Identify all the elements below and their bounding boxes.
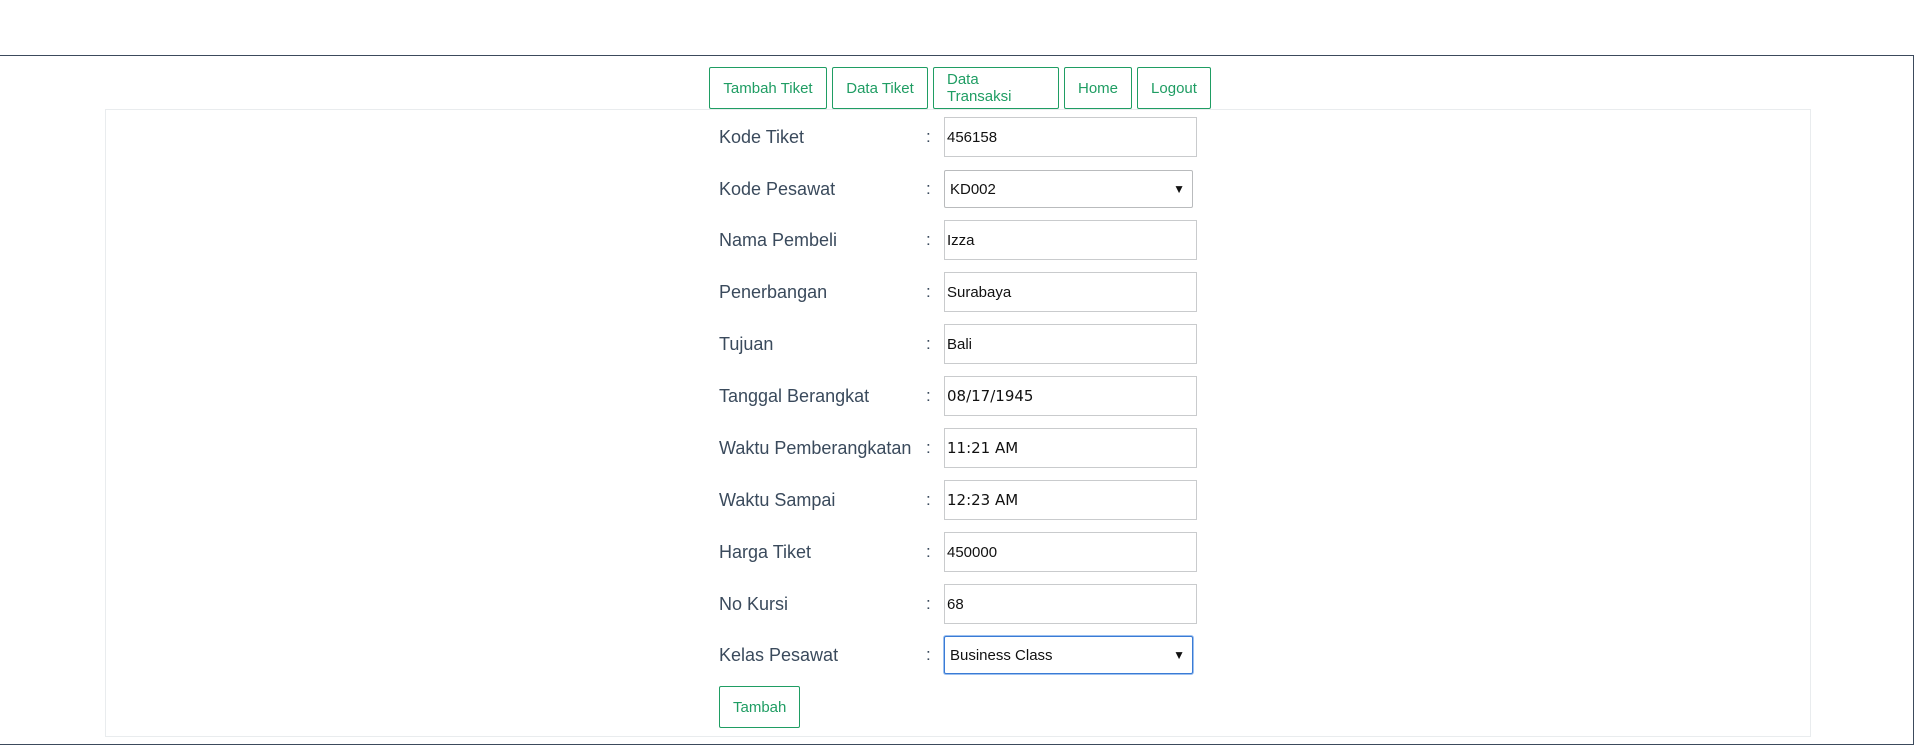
- no-kursi-input[interactable]: 68: [944, 584, 1197, 624]
- tambah-submit-button[interactable]: Tambah: [719, 686, 801, 728]
- select-value: Business Class: [950, 646, 1053, 664]
- nav-home-button[interactable]: Home: [1064, 67, 1132, 109]
- field-separator: :: [926, 594, 931, 613]
- field-separator: :: [926, 490, 931, 509]
- chevron-down-icon: ▼: [1173, 648, 1185, 662]
- kode-pesawat-select[interactable]: KD002 ▼: [944, 170, 1193, 208]
- field-label: Harga Tiket: [719, 541, 812, 562]
- field-separator: :: [926, 230, 931, 249]
- field-label: Tujuan: [719, 333, 774, 354]
- field-separator: :: [926, 438, 931, 457]
- nav-tambah-tiket-button[interactable]: Tambah Tiket: [709, 67, 827, 109]
- tanggal-berangkat-date-input[interactable]: 08/17/1945: [944, 376, 1197, 416]
- field-separator: :: [926, 282, 931, 301]
- tujuan-input[interactable]: Bali: [944, 324, 1197, 364]
- field-separator: :: [926, 334, 931, 353]
- field-label: Kelas Pesawat: [719, 644, 839, 665]
- penerbangan-input[interactable]: Surabaya: [944, 272, 1197, 312]
- field-label: Nama Pembeli: [719, 229, 838, 250]
- waktu-pemberangkatan-time-input[interactable]: 11:21 AM: [944, 428, 1197, 468]
- field-label: Tanggal Berangkat: [719, 385, 870, 406]
- field-label: Kode Pesawat: [719, 178, 836, 199]
- chevron-down-icon: ▼: [1173, 182, 1185, 196]
- field-separator: :: [926, 386, 931, 405]
- top-nav: Tambah Tiket Data Tiket Data Transaksi H…: [709, 67, 1211, 109]
- kelas-pesawat-select[interactable]: Business Class ▼: [944, 636, 1193, 674]
- nav-data-transaksi-button[interactable]: Data Transaksi: [933, 67, 1059, 109]
- harga-tiket-input[interactable]: 450000: [944, 532, 1197, 572]
- field-label: Waktu Pemberangkatan: [719, 437, 912, 458]
- waktu-sampai-time-input[interactable]: 12:23 AM: [944, 480, 1197, 520]
- field-separator: :: [926, 645, 931, 664]
- nav-data-tiket-button[interactable]: Data Tiket: [832, 67, 928, 109]
- select-value: KD002: [950, 180, 996, 198]
- field-separator: :: [926, 542, 931, 561]
- field-label: Kode Tiket: [719, 126, 805, 147]
- field-separator: :: [926, 179, 931, 198]
- field-separator: :: [926, 127, 931, 146]
- nav-logout-button[interactable]: Logout: [1137, 67, 1211, 109]
- field-label: Waktu Sampai: [719, 489, 836, 510]
- field-label: No Kursi: [719, 593, 789, 614]
- kode-tiket-input[interactable]: 456158: [944, 117, 1197, 157]
- field-label: Penerbangan: [719, 281, 828, 302]
- nama-pembeli-input[interactable]: Izza: [944, 220, 1197, 260]
